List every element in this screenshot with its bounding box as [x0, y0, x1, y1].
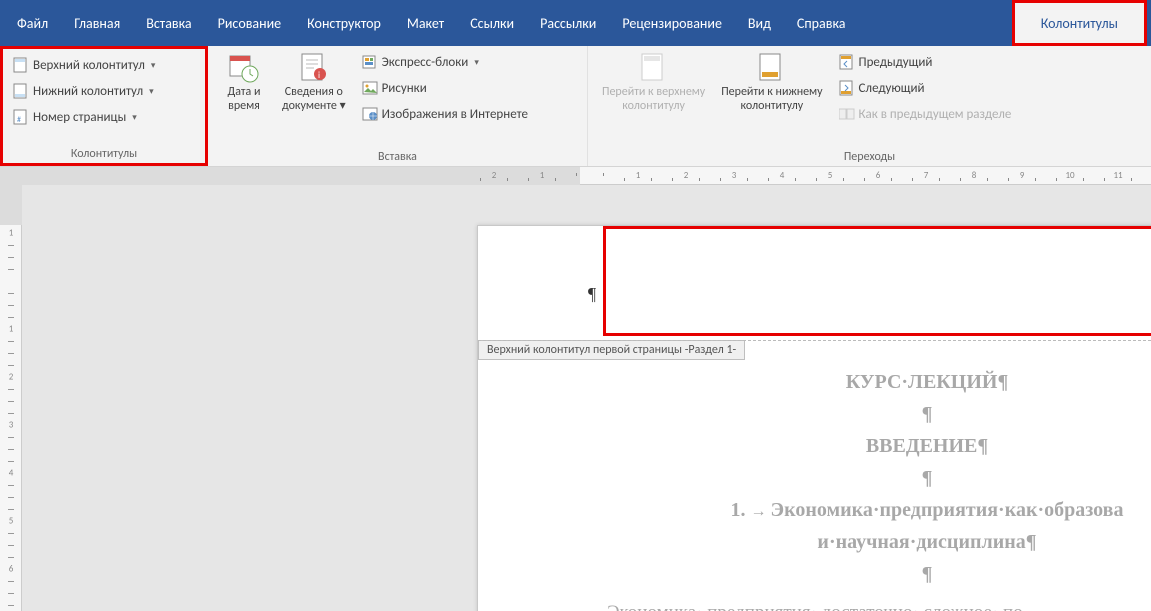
tab-help[interactable]: Справка [784, 0, 859, 46]
doc-info-icon: i [298, 52, 330, 84]
page-top-icon [13, 57, 29, 73]
doc-line: ВВЕДЕНИЕ¶ [478, 430, 1151, 462]
date-time-button[interactable]: Дата ивремя [214, 50, 274, 146]
goto-header-icon [638, 52, 670, 84]
svg-text:#: # [17, 115, 21, 125]
page-number-button[interactable]: # Номер страницы ▾ [9, 105, 159, 129]
group-navigation: Перейти к верхнемуколонтитулу Перейти к … [588, 46, 1151, 166]
footer-button[interactable]: Нижний колонтитул ▾ [9, 79, 159, 103]
tab-header-footer[interactable]: Колонтитулы [1012, 0, 1147, 46]
doc-line: ¶ [478, 462, 1151, 494]
group-header-footer: Верхний колонтитул ▾ Нижний колонтитул ▾… [0, 46, 208, 166]
online-pictures-button[interactable]: Изображения в Интернете [358, 102, 532, 126]
chevron-down-icon: ▾ [474, 57, 479, 68]
group-insert: Дата ивремя i Сведения одокументе ▾ Эксп… [208, 46, 588, 166]
previous-button[interactable]: Предыдущий [835, 50, 1016, 74]
link-previous-button: Как в предыдущем разделе [835, 102, 1016, 126]
online-pictures-label: Изображения в Интернете [382, 107, 528, 122]
globe-picture-icon [362, 106, 378, 122]
previous-label: Предыдущий [859, 55, 933, 70]
tab-design[interactable]: Конструктор [294, 0, 394, 46]
doc-line: и·научная·дисциплина¶ [478, 526, 1151, 558]
page-number-icon: # [13, 109, 29, 125]
group-label-nav: Переходы [594, 146, 1145, 166]
tab-insert[interactable]: Вставка [133, 0, 204, 46]
tab-review[interactable]: Рецензирование [609, 0, 735, 46]
quickparts-icon [362, 54, 378, 70]
picture-icon [362, 80, 378, 96]
group-label-hf: Колонтитулы [9, 143, 199, 163]
quick-parts-button[interactable]: Экспресс-блоки ▾ [358, 50, 532, 74]
footer-label: Нижний колонтитул [33, 84, 143, 99]
header-zone[interactable]: ¶ [478, 226, 1151, 341]
doc-line: КУРС·ЛЕКЦИЙ¶ [478, 366, 1151, 398]
ribbon-tabs: Файл Главная Вставка Рисование Конструкт… [0, 0, 1151, 46]
header-button[interactable]: Верхний колонтитул ▾ [9, 53, 159, 77]
tab-home[interactable]: Главная [61, 0, 133, 46]
document-area[interactable]: ¶ Верхний колонтитул первой страницы -Ра… [22, 185, 1151, 611]
next-button[interactable]: Следующий [835, 76, 1016, 100]
pictures-button[interactable]: Рисунки [358, 76, 532, 100]
goto-footer-icon [756, 52, 788, 84]
doc-paragraph: Экономика· предприятия· достаточно· слож… [478, 590, 1151, 611]
quick-parts-label: Экспресс-блоки [382, 55, 469, 70]
previous-icon [839, 54, 855, 70]
ruler-horizontal[interactable]: 211234567891011 [0, 167, 1151, 185]
goto-header-button: Перейти к верхнемуколонтитулу [594, 50, 713, 146]
chevron-down-icon: ▾ [151, 60, 156, 71]
svg-text:i: i [318, 70, 320, 81]
calendar-clock-icon [228, 52, 260, 84]
group-label-insert: Вставка [214, 146, 581, 166]
header-label: Верхний колонтитул [33, 58, 145, 73]
pictures-label: Рисунки [382, 81, 427, 96]
document-body: КУРС·ЛЕКЦИЙ¶ ¶ ВВЕДЕНИЕ¶ ¶ 1. → Экономик… [478, 360, 1151, 611]
chevron-down-icon: ▾ [132, 112, 137, 123]
tab-draw[interactable]: Рисование [205, 0, 295, 46]
chevron-down-icon: ▾ [149, 86, 154, 97]
next-icon [839, 80, 855, 96]
next-label: Следующий [859, 81, 925, 96]
doc-line: ¶ [478, 558, 1151, 590]
header-section-tag: Верхний колонтитул первой страницы -Разд… [478, 340, 745, 360]
ribbon: Верхний колонтитул ▾ Нижний колонтитул ▾… [0, 46, 1151, 167]
tab-arrow-icon: → [751, 503, 771, 520]
page[interactable]: ¶ Верхний колонтитул первой страницы -Ра… [477, 225, 1151, 611]
paragraph-mark: ¶ [588, 284, 596, 305]
tab-layout[interactable]: Макет [394, 0, 457, 46]
tab-view[interactable]: Вид [735, 0, 784, 46]
doc-line: ¶ [478, 398, 1151, 430]
tab-mailings[interactable]: Рассылки [527, 0, 609, 46]
chevron-down-icon: ▾ [340, 99, 346, 113]
doc-line: 1. → Экономика·предприятия·как·образова [478, 494, 1151, 526]
page-number-label: Номер страницы [33, 110, 126, 125]
page-bottom-icon [13, 83, 29, 99]
tab-file[interactable]: Файл [4, 0, 61, 46]
ruler-vertical[interactable]: 1123456 [0, 185, 22, 611]
header-highlight [603, 226, 1151, 336]
goto-footer-button[interactable]: Перейти к нижнемуколонтитулу [713, 50, 830, 146]
link-previous-label: Как в предыдущем разделе [859, 107, 1012, 122]
link-previous-icon [839, 106, 855, 122]
tab-references[interactable]: Ссылки [457, 0, 527, 46]
document-info-button[interactable]: i Сведения одокументе ▾ [274, 50, 354, 146]
